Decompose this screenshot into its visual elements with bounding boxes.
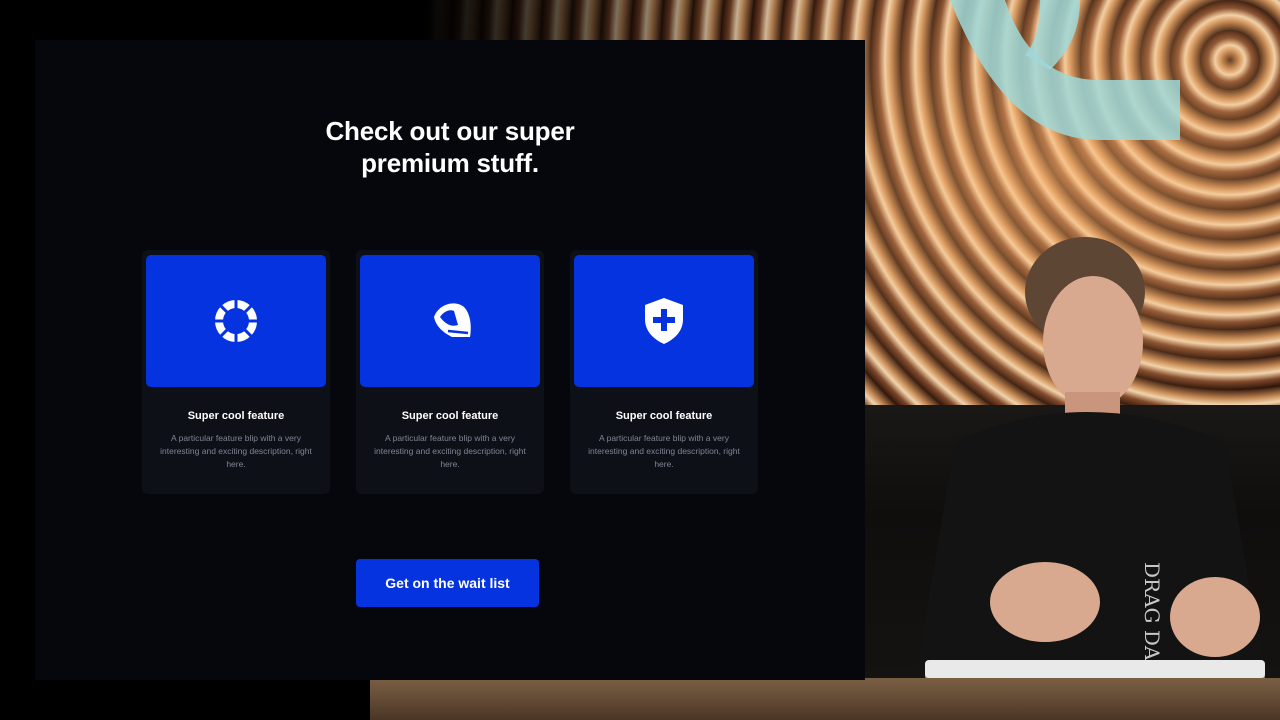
feature-card-media bbox=[360, 255, 540, 387]
feature-card-description: A particular feature blip with a very in… bbox=[374, 433, 526, 469]
wait-list-button[interactable]: Get on the wait list bbox=[356, 559, 539, 607]
shield-plus-icon bbox=[645, 298, 683, 344]
feature-card-media bbox=[574, 255, 754, 387]
feature-card-title: Super cool feature bbox=[187, 410, 285, 422]
feature-card-media bbox=[146, 255, 326, 387]
feature-card-2: Super cool feature A particular feature … bbox=[356, 250, 544, 494]
feature-card-description: A particular feature blip with a very in… bbox=[588, 433, 740, 469]
headline-line-1: Check out our super bbox=[325, 116, 575, 146]
desk bbox=[370, 678, 1280, 720]
feature-card-1: Super cool feature A particular feature … bbox=[142, 250, 330, 494]
headline-line-2: premium stuff. bbox=[361, 148, 539, 178]
page-headline: Check out our super premium stuff. bbox=[235, 115, 665, 179]
landing-page-slide: Check out our super premium stuff. Super… bbox=[35, 40, 865, 680]
feature-card-title: Super cool feature bbox=[615, 410, 713, 422]
presenter: DRAG DAD bbox=[915, 237, 1265, 680]
keyboard bbox=[925, 660, 1265, 678]
teal-logo-shape bbox=[950, 0, 1180, 140]
ring-icon bbox=[214, 299, 258, 343]
feature-card-description: A particular feature blip with a very in… bbox=[160, 433, 312, 469]
feature-card-3: Super cool feature A particular feature … bbox=[570, 250, 758, 494]
feature-card-title: Super cool feature bbox=[401, 410, 499, 422]
helmet-icon bbox=[434, 303, 471, 337]
